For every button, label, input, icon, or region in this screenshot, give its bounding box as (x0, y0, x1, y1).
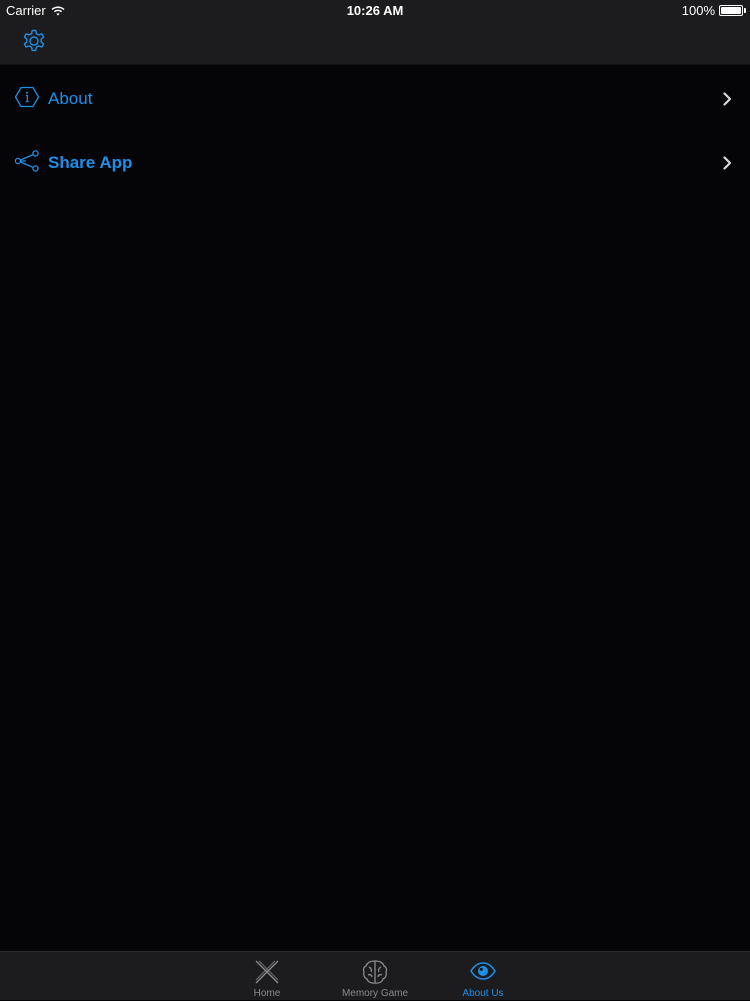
status-time: 10:26 AM (346, 3, 404, 18)
about-row[interactable]: About (0, 65, 750, 129)
tab-home[interactable]: Home (213, 952, 321, 1001)
eye-icon (470, 962, 496, 980)
tab-memory-game[interactable]: Memory Game (321, 952, 429, 1001)
x-icon (255, 960, 279, 984)
battery-percent: 100% (681, 3, 715, 18)
brain-icon (362, 960, 388, 984)
tab-about-us-label: About Us (462, 988, 504, 999)
menu-list: About Share App (0, 65, 750, 193)
tab-bar: Home Memory Game About Us (0, 951, 750, 1000)
status-right: 100% (682, 3, 746, 18)
share-icon (14, 150, 39, 172)
battery-tip (744, 8, 746, 13)
chevron-right-icon (723, 92, 732, 106)
info-icon (14, 86, 40, 108)
chevron-right-icon (723, 156, 732, 170)
status-bar: Carrier 10:26 AM 100% (0, 0, 750, 20)
gear-icon[interactable] (20, 27, 48, 55)
about-label: About (48, 89, 93, 108)
battery-level-fill (721, 7, 741, 14)
share-app-row[interactable]: Share App (0, 129, 750, 193)
battery-icon (719, 5, 743, 16)
tab-home-label: Home (253, 988, 281, 999)
tab-memory-game-label: Memory Game (341, 988, 409, 999)
tab-about-us[interactable]: About Us (429, 952, 537, 1001)
share-app-label: Share App (48, 153, 133, 172)
navigation-bar (0, 20, 750, 65)
